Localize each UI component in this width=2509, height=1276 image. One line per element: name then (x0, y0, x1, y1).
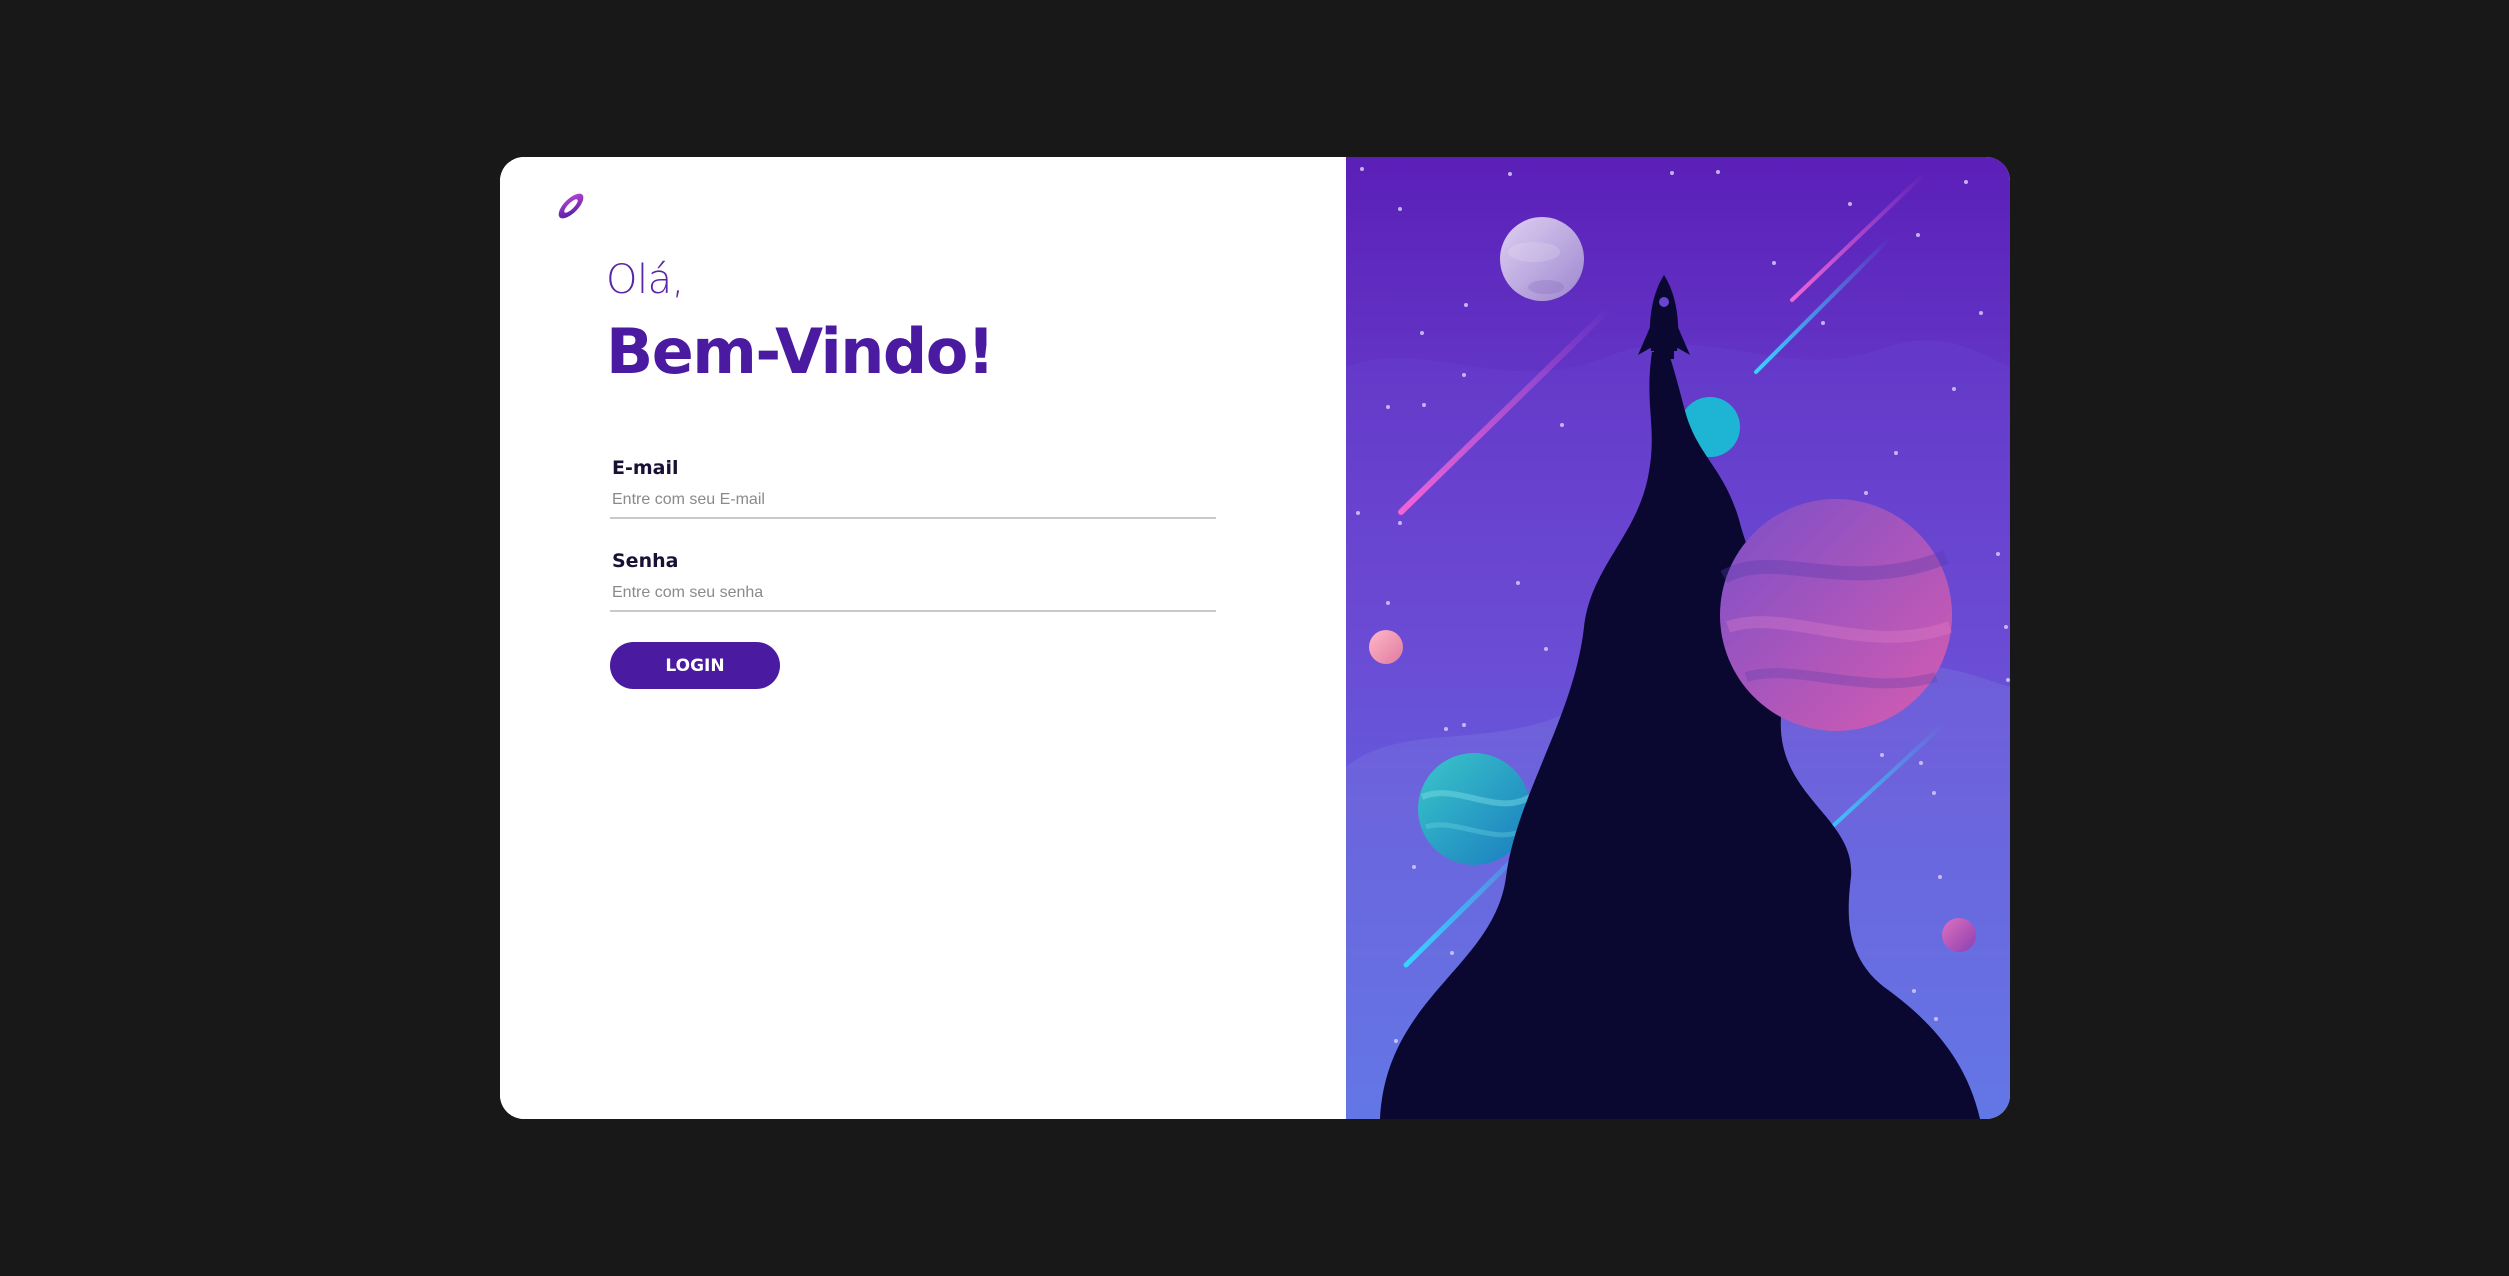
planet-ring-icon[interactable] (550, 185, 592, 227)
senha-input[interactable] (610, 582, 1216, 612)
welcome-title: Bem-Vindo! (606, 315, 995, 388)
email-field-group: E-mail (610, 457, 1216, 519)
email-input[interactable] (610, 489, 1216, 519)
login-panel: Olá, Bem-Vindo! E-mail Senha LOGIN (500, 157, 1346, 1119)
senha-label: Senha (612, 550, 679, 572)
email-label: E-mail (612, 457, 679, 479)
login-button[interactable]: LOGIN (610, 642, 780, 689)
login-card: Olá, Bem-Vindo! E-mail Senha LOGIN (500, 157, 2010, 1119)
rocket-space-illustration (1346, 157, 2010, 1119)
space-illustration (1346, 157, 2010, 1119)
senha-field-group: Senha (610, 550, 1216, 612)
greeting-text: Olá, (606, 257, 684, 303)
